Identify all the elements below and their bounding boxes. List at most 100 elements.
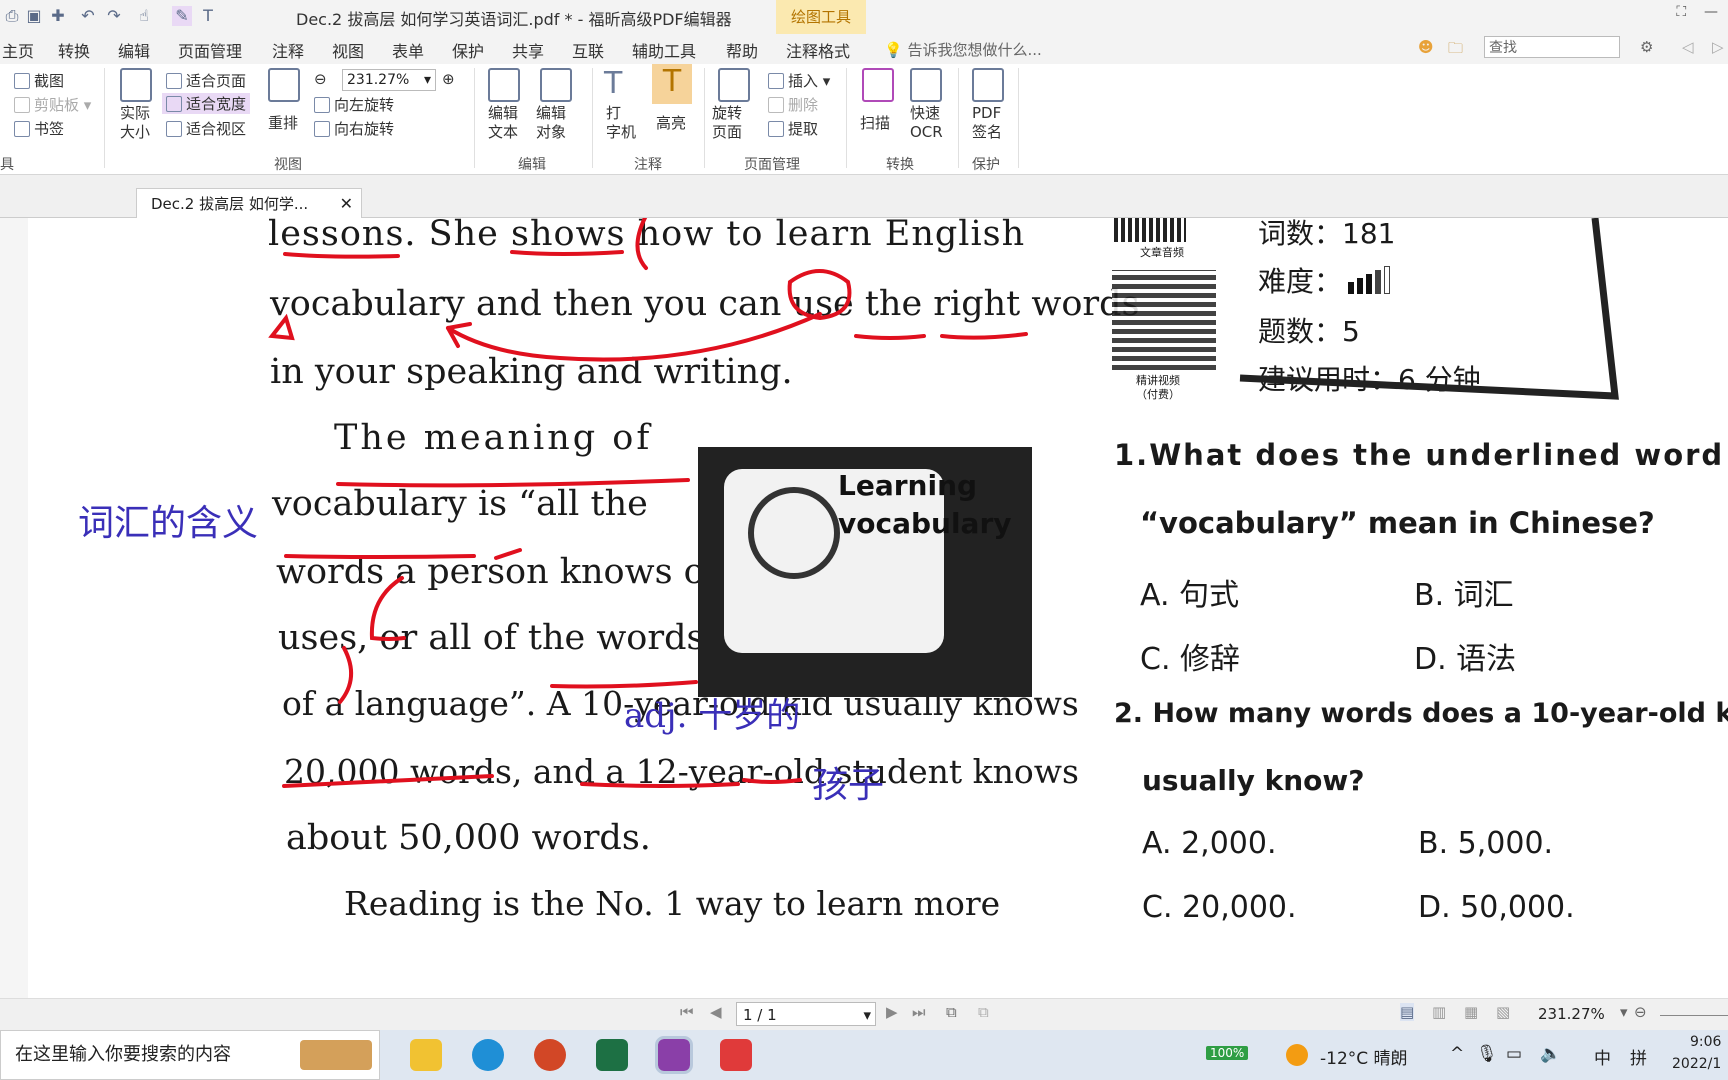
clock-time[interactable]: 9:06 — [1690, 1034, 1721, 1050]
clipboard-icon — [14, 97, 30, 113]
zoom-slider[interactable] — [1660, 1015, 1728, 1016]
rotate-left-button[interactable]: 向左旋转 — [314, 94, 394, 115]
document-viewport[interactable]: lessons. She shows how to learn English … — [0, 218, 1728, 998]
smile-icon[interactable]: ☻ — [1418, 38, 1434, 56]
bookmark-button[interactable]: 书签 — [14, 118, 64, 139]
continuous-page-icon[interactable]: ▥ — [1432, 1003, 1446, 1021]
file-explorer-icon[interactable] — [410, 1039, 442, 1071]
typewriter-button[interactable]: 打 字机 — [606, 104, 636, 142]
highlight-icon: T — [652, 64, 692, 104]
zoom-level[interactable]: 231.27% — [1538, 1005, 1605, 1023]
doc-line-11: Reading is the No. 1 way to learn more — [344, 884, 1001, 923]
search-input[interactable]: 查找 — [1484, 36, 1620, 58]
quick-ocr-button[interactable]: 快速 OCR — [910, 104, 943, 142]
edge-icon[interactable] — [472, 1039, 504, 1071]
rotate-page-button[interactable]: 旋转 页面 — [712, 104, 742, 142]
prev-page-icon[interactable]: ◀ — [710, 1003, 722, 1021]
document-tab[interactable]: Dec.2 拔高层 如何学... ✕ — [136, 188, 362, 218]
clipboard-label: 剪贴板 — [34, 96, 80, 114]
pencil-icon[interactable]: ✎ — [172, 6, 192, 26]
ime-pinyin[interactable]: 拼 — [1630, 1044, 1647, 1069]
last-page-icon[interactable]: ⏭ — [912, 1003, 926, 1021]
window-controls[interactable]: ⛶ — — [1676, 4, 1718, 20]
forward-icon[interactable]: ▷ — [1712, 38, 1724, 56]
tell-me-box[interactable]: 💡 告诉我您想做什么... — [884, 39, 1042, 60]
tab-share[interactable]: 共享 — [512, 38, 544, 62]
divider — [592, 68, 593, 168]
hand-tool-icon[interactable]: ☝ — [134, 6, 154, 26]
recorder-icon[interactable] — [720, 1039, 752, 1071]
folder-search-icon[interactable]: 🗀 — [1448, 38, 1463, 63]
speaker-icon[interactable]: 🔈 — [1540, 1044, 1561, 1064]
continuous-facing-icon[interactable]: ▧ — [1496, 1003, 1510, 1021]
delete-button[interactable]: 删除 — [768, 94, 818, 115]
clipboard-button[interactable]: 剪贴板 ▾ — [14, 94, 91, 115]
tab-drawing-tools[interactable]: 绘图工具 — [776, 0, 866, 34]
facing-page-icon[interactable]: ▦ — [1464, 1003, 1478, 1021]
ime-chinese[interactable]: 中 — [1594, 1044, 1611, 1069]
powerpoint-icon[interactable] — [534, 1039, 566, 1071]
actual-size-button[interactable]: 实际 大小 — [120, 104, 150, 142]
single-page-icon[interactable]: ▤ — [1400, 1003, 1415, 1021]
fit-view-button[interactable]: 适合视区 — [166, 118, 246, 139]
tray-chevron-icon[interactable]: ^ — [1450, 1044, 1464, 1064]
fit-width-button[interactable]: 适合宽度 — [162, 93, 251, 114]
weather-text[interactable]: -12°C 晴朗 — [1320, 1044, 1408, 1069]
print-icon[interactable]: ⎙ — [2, 6, 22, 26]
tab-convert[interactable]: 转换 — [58, 38, 90, 62]
battery-indicator[interactable]: 100% — [1206, 1046, 1249, 1060]
zoom-out-icon[interactable]: ⊖ — [314, 70, 327, 88]
redo-icon[interactable]: ↷ — [104, 6, 124, 26]
rotate-right-button[interactable]: 向右旋转 — [314, 118, 394, 139]
tab-help[interactable]: 帮助 — [726, 38, 758, 62]
search-highlight-image — [300, 1040, 372, 1070]
back-icon[interactable]: ◁ — [1682, 38, 1694, 56]
pdf-sign-button[interactable]: PDF 签名 — [972, 104, 1002, 142]
close-icon[interactable]: ✕ — [340, 189, 353, 219]
settings-icon[interactable]: ⚙ — [1640, 38, 1653, 56]
new-icon[interactable]: ✚ — [48, 6, 68, 26]
page-view-icon[interactable]: ⧉ — [946, 1003, 957, 1021]
page-number-input[interactable]: 1 / 1 ▾ — [736, 1002, 876, 1026]
first-page-icon[interactable]: ⏮ — [680, 1003, 694, 1021]
tab-page-management[interactable]: 页面管理 — [178, 38, 242, 62]
tab-comment[interactable]: 注释 — [272, 38, 304, 62]
excel-icon[interactable] — [596, 1039, 628, 1071]
network-icon[interactable]: ▭ — [1506, 1044, 1522, 1064]
zoom-select[interactable]: 231.27% ▾ — [342, 69, 436, 91]
tell-me-text: 告诉我您想做什么... — [907, 41, 1042, 59]
edit-text-button[interactable]: 编辑 文本 — [488, 104, 518, 142]
page-number: 1 / 1 — [743, 1006, 777, 1024]
reflow-button[interactable]: 重排 — [268, 112, 298, 133]
next-page-icon[interactable]: ▶ — [886, 1003, 898, 1021]
tab-home[interactable]: 主页 — [2, 38, 34, 62]
q2-option-c: C. 20,000. — [1142, 890, 1297, 925]
tab-view[interactable]: 视图 — [332, 38, 364, 62]
edit-object-button[interactable]: 编辑 对象 — [536, 104, 566, 142]
foxit-pdf-icon[interactable] — [655, 1036, 693, 1074]
highlight-button[interactable]: 高亮 — [656, 112, 686, 133]
zoom-value: 231.27% — [347, 72, 410, 88]
microphone-icon[interactable]: 🎙 — [1476, 1044, 1498, 1064]
tab-form[interactable]: 表单 — [392, 38, 424, 62]
screenshot-button[interactable]: 截图 — [14, 70, 64, 91]
save-icon[interactable]: ▣ — [24, 6, 44, 26]
zoom-in-icon[interactable]: ⊕ — [442, 70, 455, 88]
tab-accessibility[interactable]: 辅助工具 — [632, 38, 696, 62]
clock-date[interactable]: 2022/1 — [1672, 1056, 1721, 1072]
qr-caption-video: 精讲视频 （付费） — [1136, 374, 1180, 401]
fit-page-button[interactable]: 适合页面 — [166, 70, 246, 91]
tab-protect[interactable]: 保护 — [452, 38, 484, 62]
zoom-out-icon[interactable]: ⊖ — [1634, 1003, 1647, 1021]
scan-icon — [862, 68, 894, 102]
undo-icon[interactable]: ↶ — [78, 6, 98, 26]
page-compare-icon[interactable]: ⧉ — [978, 1003, 989, 1021]
tab-edit[interactable]: 编辑 — [118, 38, 150, 62]
insert-button[interactable]: 插入 ▾ — [768, 70, 830, 91]
zoom-dropdown-icon[interactable]: ▾ — [1620, 1003, 1628, 1021]
tab-connect[interactable]: 互联 — [572, 38, 604, 62]
text-tool-icon[interactable]: T — [198, 6, 218, 26]
scan-button[interactable]: 扫描 — [860, 112, 890, 133]
extract-button[interactable]: 提取 — [768, 118, 818, 139]
tab-annotation-format[interactable]: 注释格式 — [786, 38, 850, 62]
